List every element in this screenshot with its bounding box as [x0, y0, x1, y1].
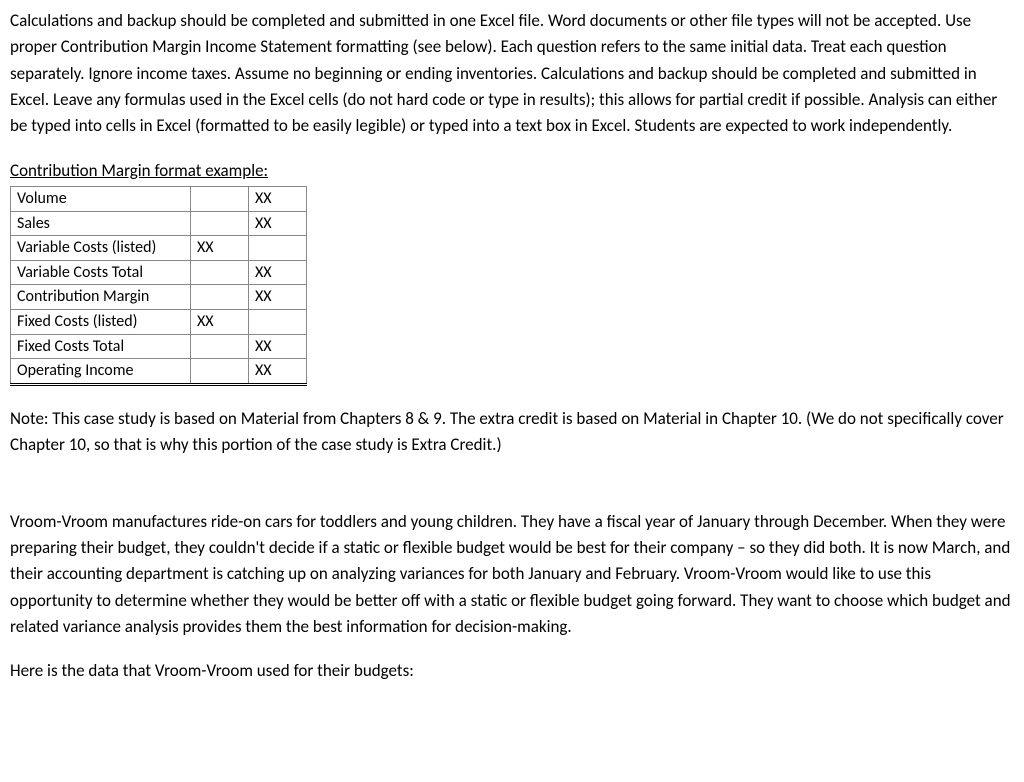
cm-row-label: Sales [11, 211, 191, 236]
cm-row-col1: XX [191, 310, 249, 335]
cm-row-label: Variable Costs (listed) [11, 236, 191, 261]
cm-row-col2: XX [249, 285, 307, 310]
cm-row-label: Fixed Costs Total [11, 334, 191, 359]
cm-row-col2 [249, 310, 307, 335]
table-row: Volume XX [11, 187, 307, 212]
cm-row-col2 [249, 236, 307, 261]
cm-row-col1 [191, 359, 249, 385]
cm-row-label: Fixed Costs (listed) [11, 310, 191, 335]
cm-row-col2: XX [249, 260, 307, 285]
table-row: Variable Costs (listed) XX [11, 236, 307, 261]
scenario-paragraph: Vroom-Vroom manufactures ride-on cars fo… [10, 509, 1014, 641]
cm-row-label: Operating Income [11, 359, 191, 385]
table-row: Fixed Costs (listed) XX [11, 310, 307, 335]
table-row: Fixed Costs Total XX [11, 334, 307, 359]
note-paragraph: Note: This case study is based on Materi… [10, 406, 1014, 459]
cm-format-table: Volume XX Sales XX Variable Costs (liste… [10, 186, 307, 386]
cm-row-label: Variable Costs Total [11, 260, 191, 285]
cm-row-col1 [191, 187, 249, 212]
cm-row-col2: XX [249, 187, 307, 212]
cm-row-col1: XX [191, 236, 249, 261]
table-row: Contribution Margin XX [11, 285, 307, 310]
table-row: Operating Income XX [11, 359, 307, 385]
cm-row-col2: XX [249, 359, 307, 385]
cm-row-label: Contribution Margin [11, 285, 191, 310]
data-intro-text: Here is the data that Vroom-Vroom used f… [10, 658, 1014, 684]
cm-row-col1 [191, 211, 249, 236]
intro-paragraph: Calculations and backup should be comple… [10, 8, 1014, 140]
cm-row-col2: XX [249, 334, 307, 359]
table-row: Variable Costs Total XX [11, 260, 307, 285]
table-row: Sales XX [11, 211, 307, 236]
format-example-header: Contribution Margin format example: [10, 158, 1014, 184]
cm-row-col1 [191, 285, 249, 310]
cm-row-col2: XX [249, 211, 307, 236]
cm-row-label: Volume [11, 187, 191, 212]
cm-row-col1 [191, 260, 249, 285]
cm-row-col1 [191, 334, 249, 359]
